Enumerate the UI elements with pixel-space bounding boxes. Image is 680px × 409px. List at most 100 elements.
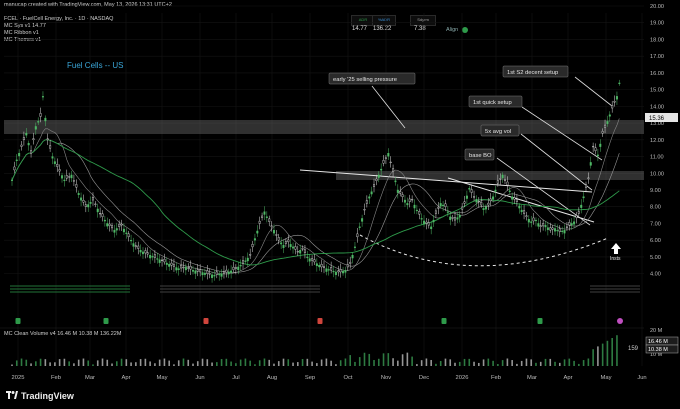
footer: TradingView <box>0 383 680 409</box>
candle-body <box>230 270 233 273</box>
grid <box>4 5 644 366</box>
volume-bar <box>220 359 223 366</box>
candle-body <box>225 269 228 273</box>
candle-body <box>222 271 225 274</box>
candle-body <box>468 188 471 190</box>
volume-bar <box>125 359 128 366</box>
y-tick-label: 11.00 <box>650 155 664 161</box>
candle-body <box>299 250 302 254</box>
volume-bar <box>144 358 147 366</box>
candle-body <box>499 178 502 180</box>
price-axis[interactable]: 20.0019.0018.0017.0016.0015.0014.0013.00… <box>650 4 664 278</box>
candle-body <box>449 216 452 220</box>
candle-body <box>394 180 397 183</box>
candle-body <box>70 174 73 179</box>
candle-body <box>432 219 435 223</box>
volume-bar <box>196 361 199 366</box>
y-tick-label: 12.00 <box>650 138 664 144</box>
volume-bar <box>230 361 232 366</box>
candle-body <box>561 230 564 232</box>
candle-body <box>361 218 364 222</box>
candle-body <box>587 177 590 179</box>
candle-body <box>308 258 311 262</box>
x-tick-label: May <box>601 375 612 381</box>
candle-body <box>101 213 104 217</box>
volume-bar <box>316 363 318 366</box>
candle-body <box>401 194 404 197</box>
candle-body <box>353 246 356 248</box>
volume-bar <box>139 359 142 366</box>
volume-bar <box>101 358 104 366</box>
candle-body <box>384 157 387 159</box>
volume-bar <box>449 359 452 366</box>
candle-body <box>268 218 271 222</box>
x-tick-label: 2026 <box>456 375 469 381</box>
volume-bar <box>39 358 42 366</box>
candle-body <box>146 252 149 255</box>
vol-tag-1: 16.46 M <box>648 339 668 345</box>
volume-bar <box>201 358 204 366</box>
volume-bar <box>358 357 361 366</box>
candle-body <box>165 262 168 265</box>
candle-body <box>218 273 221 276</box>
insts-arrow-icon <box>611 243 621 254</box>
candle-body <box>573 221 576 225</box>
candle-body <box>13 166 16 171</box>
volume-bar <box>377 358 380 366</box>
annotation-label: early '25 selling pressure <box>333 77 397 83</box>
candle-body <box>144 250 147 254</box>
candle-body <box>518 205 521 209</box>
candle-body <box>563 229 566 234</box>
candle-body <box>237 266 240 271</box>
volume-bar <box>297 362 299 366</box>
annotations[interactable]: early '25 selling pressure 1st S2 decent … <box>328 65 621 262</box>
candle-body <box>484 206 487 210</box>
candle-body <box>137 245 140 249</box>
candle-body <box>244 260 247 262</box>
volume-bar <box>344 358 347 366</box>
candle-body <box>261 215 264 218</box>
x-tick-label: Dec <box>419 375 429 381</box>
candle-body <box>213 275 216 277</box>
volume-bar <box>49 362 51 366</box>
candle-body <box>403 199 406 203</box>
candle-body <box>151 256 154 258</box>
x-tick-label: May <box>157 375 168 381</box>
volume-bar <box>463 358 466 366</box>
volume-bar <box>492 360 494 366</box>
candle-body <box>534 219 537 222</box>
candle-body <box>139 250 142 253</box>
candle-body <box>187 267 190 269</box>
candle-body <box>356 233 359 238</box>
candle-body <box>530 221 533 223</box>
price-chart[interactable]: early '25 selling pressure 1st S2 decent … <box>0 0 680 409</box>
time-axis[interactable]: 2025 Feb Mar Apr May Jun Jul Aug Sep Oct Nov Dec 202… <box>12 375 647 381</box>
volume-bar <box>535 362 537 366</box>
candle-body <box>22 137 25 141</box>
candle-body <box>27 142 30 146</box>
candle-body <box>34 126 37 130</box>
x-tick-label: Jun <box>637 375 646 381</box>
vol-tag-2: 10.38 M <box>648 347 668 353</box>
candle-body <box>46 138 49 141</box>
volume-bar <box>87 360 90 366</box>
candle-body <box>94 203 97 205</box>
volume-bar <box>525 358 528 366</box>
volume-bar <box>58 359 61 366</box>
candle-body <box>458 214 461 218</box>
volume-bar <box>339 360 342 366</box>
candle-body <box>320 264 323 268</box>
candle-body <box>96 208 99 213</box>
candle-body <box>618 82 621 84</box>
candle-body <box>227 271 230 275</box>
candle-body <box>37 121 40 123</box>
candle-body <box>420 218 423 220</box>
candle-body <box>423 220 426 224</box>
volume-bar <box>54 362 56 366</box>
candle-body <box>525 215 528 217</box>
candle-body <box>163 258 166 263</box>
volume-bar <box>235 363 237 366</box>
volume-bar <box>563 359 566 366</box>
candle-body <box>301 248 304 250</box>
candle-body <box>192 270 195 272</box>
